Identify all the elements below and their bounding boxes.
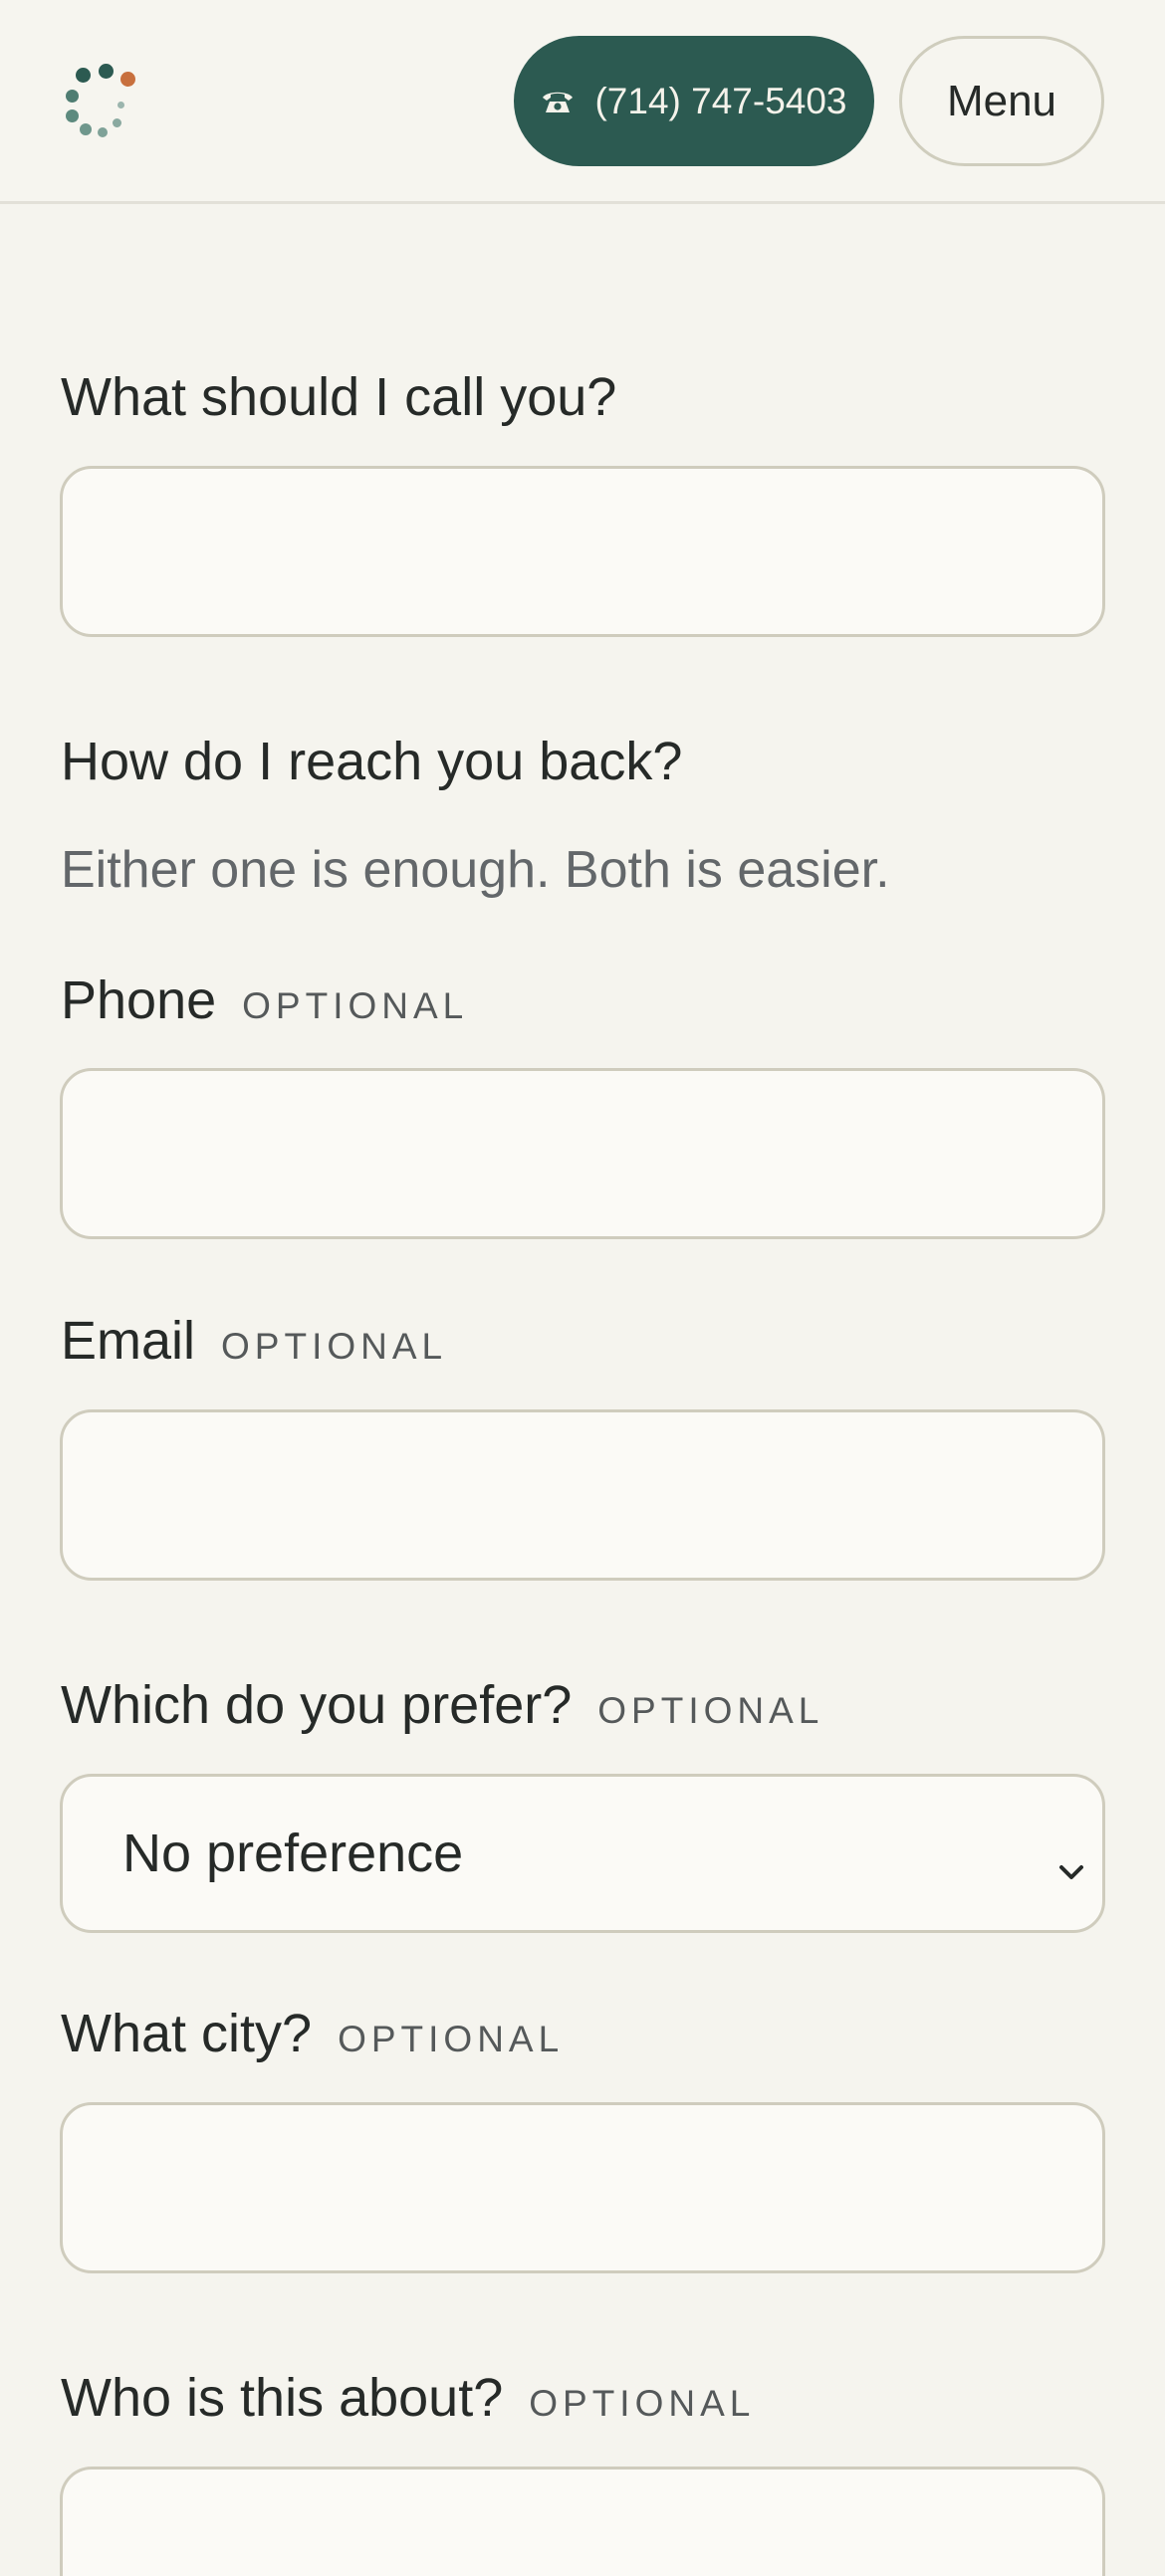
chevron-down-icon	[1056, 1838, 1086, 1900]
optional-tag: OPTIONAL	[221, 1326, 448, 1367]
call-phone-button[interactable]: (714) 747-5403	[514, 36, 874, 166]
contact-heading: How do I reach you back?	[61, 735, 682, 788]
about-label: Who is this about? OPTIONAL	[61, 2371, 755, 2425]
logo-dot	[66, 90, 79, 103]
logo-dot	[117, 102, 124, 108]
logo-dot	[80, 123, 92, 135]
phone-number-label: (714) 747-5403	[594, 80, 847, 121]
phone-label-text: Phone	[61, 970, 217, 1030]
city-label-text: What city?	[61, 2004, 313, 2063]
city-input[interactable]	[60, 2102, 1105, 2273]
logo-dot	[66, 109, 79, 122]
city-label: What city? OPTIONAL	[61, 2007, 564, 2060]
logo-dot	[98, 127, 108, 137]
optional-tag: OPTIONAL	[242, 985, 469, 1026]
about-label-text: Who is this about?	[61, 2368, 504, 2428]
phone-input[interactable]	[60, 1068, 1105, 1239]
name-input[interactable]	[60, 466, 1105, 637]
contact-hint: Either one is enough. Both is easier.	[61, 841, 890, 899]
site-header: (714) 747-5403 Menu	[0, 0, 1165, 204]
email-label-text: Email	[61, 1311, 196, 1371]
name-label: What should I call you?	[61, 370, 616, 424]
preference-label-text: Which do you prefer?	[61, 1675, 573, 1735]
name-label-text: What should I call you?	[61, 367, 617, 427]
contact-heading-text: How do I reach you back?	[61, 732, 683, 791]
email-label: Email OPTIONAL	[61, 1314, 447, 1368]
phone-label: Phone OPTIONAL	[61, 973, 468, 1027]
preference-select[interactable]: No preference	[60, 1774, 1105, 1933]
preference-label: Which do you prefer? OPTIONAL	[61, 1678, 823, 1732]
logo-dot	[76, 68, 91, 83]
logo-dot	[120, 72, 135, 87]
logo-dot	[99, 64, 114, 79]
logo-icon[interactable]	[60, 62, 141, 141]
optional-tag: OPTIONAL	[338, 2019, 565, 2059]
about-input[interactable]	[60, 2467, 1105, 2576]
telephone-icon	[541, 89, 575, 114]
optional-tag: OPTIONAL	[529, 2383, 756, 2424]
menu-button[interactable]: Menu	[899, 36, 1104, 166]
logo-dot	[113, 118, 121, 127]
preference-selected-value: No preference	[122, 1824, 464, 1883]
email-input[interactable]	[60, 1409, 1105, 1581]
optional-tag: OPTIONAL	[597, 1690, 824, 1731]
